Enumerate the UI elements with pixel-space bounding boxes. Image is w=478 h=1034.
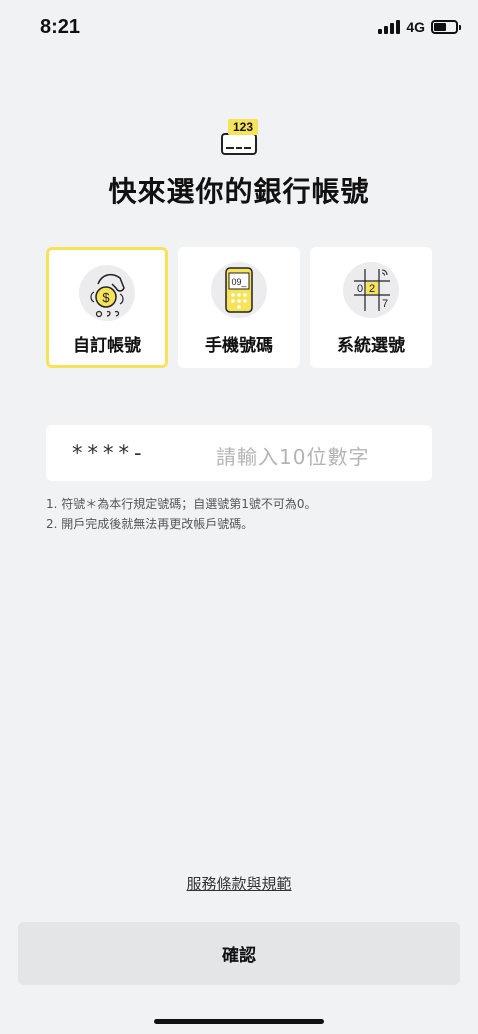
phone-screen-text: 09_ — [231, 277, 247, 287]
grid-digit: 7 — [382, 298, 388, 310]
status-icons: 4G — [378, 19, 461, 35]
account-prefix: ****- — [72, 441, 147, 465]
phone-icon: 09_ — [210, 261, 268, 319]
svg-text:$: $ — [102, 290, 110, 305]
grid-digit: 2 — [369, 283, 375, 295]
account-number-icon: 123 — [218, 118, 262, 158]
account-type-options: $ 自訂帳號 09_ 手機號碼 0 2 7 系統選號 — [46, 247, 432, 368]
notes: 1. 符號＊為本行規定號碼；自選號第1號不可為0。 2. 開戶完成後就無法再更改… — [46, 494, 446, 534]
badge-number: 123 — [233, 120, 253, 134]
option-label: 自訂帳號 — [73, 336, 141, 356]
note-item: 1. 符號＊為本行規定號碼；自選號第1號不可為0。 — [46, 497, 317, 511]
account-placeholder: 請輸入10位數字 — [216, 445, 370, 469]
option-custom-number[interactable]: $ 自訂帳號 — [46, 247, 168, 368]
confirm-button[interactable]: 確認 — [18, 922, 460, 985]
option-label: 系統選號 — [337, 336, 405, 356]
signal-icon — [378, 20, 401, 34]
note-item: 2. 開戶完成後就無法再更改帳戶號碼。 — [46, 517, 254, 531]
terms-link[interactable]: 服務條款與規範 — [0, 873, 478, 894]
hand-coin-icon: $ — [78, 264, 136, 322]
option-label: 手機號碼 — [205, 336, 273, 356]
page-title: 快來選你的銀行帳號 — [108, 175, 370, 208]
home-indicator[interactable] — [154, 1019, 324, 1024]
grid-digit: 0 — [357, 283, 363, 295]
option-phone-number[interactable]: 09_ 手機號碼 — [178, 247, 300, 368]
status-bar: 8:21 4G — [0, 0, 478, 56]
network-type: 4G — [406, 19, 425, 35]
grid-numbers-icon: 0 2 7 — [342, 261, 400, 319]
account-number-input[interactable]: ****- 請輸入10位數字 — [46, 425, 432, 481]
option-system-number[interactable]: 0 2 7 系統選號 — [310, 247, 432, 368]
status-time: 8:21 — [40, 16, 81, 38]
battery-icon — [431, 20, 461, 34]
